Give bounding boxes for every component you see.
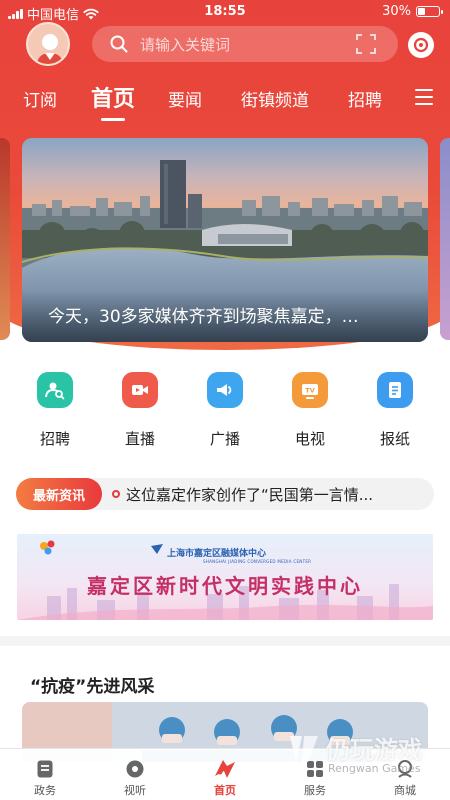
service-broadcast[interactable]: 广播	[195, 372, 255, 449]
nav-government[interactable]: 政务	[0, 749, 90, 800]
tv-icon: TV	[292, 372, 328, 408]
section-divider	[0, 636, 450, 646]
watermark-text-en: Rengwan Games	[328, 762, 421, 775]
ticker-headline[interactable]: 这位嘉定作家创作了“民国第一言情...	[126, 484, 426, 505]
live-icon	[122, 372, 158, 408]
civilization-center-banner[interactable]: 上海市嘉定区融媒体中心 SHANGHAI JIADING CONVERGED M…	[17, 534, 433, 620]
watermark-logo-icon	[290, 736, 318, 762]
organization-name: 上海市嘉定区融媒体中心	[167, 549, 267, 559]
user-avatar[interactable]	[26, 22, 70, 66]
recruit-icon	[37, 372, 73, 408]
tab-town-channel[interactable]: 街镇频道	[241, 86, 309, 111]
service-newspaper[interactable]: 报纸	[365, 372, 425, 449]
avatar-icon	[36, 34, 64, 64]
watermark-text: 仍玩游戏	[326, 736, 422, 764]
watermark: 仍玩游戏 Rengwan Games	[282, 728, 442, 792]
newspaper-icon	[377, 372, 413, 408]
battery-icon	[416, 6, 443, 17]
tab-headlines[interactable]: 要闻	[168, 86, 202, 111]
service-shortcuts: 招聘 直播 广播 TV 电视 报纸	[0, 372, 450, 462]
battery-status: 30%	[382, 4, 443, 19]
disc-icon	[123, 757, 147, 781]
prev-banner-peek[interactable]	[0, 138, 10, 340]
nav-media[interactable]: 视听	[90, 749, 180, 800]
search-bar[interactable]: 请输入关键词	[92, 26, 398, 62]
channel-tabs: 订阅 首页 要闻 街镇频道 招聘	[0, 78, 450, 121]
service-newspaper-label: 报纸	[379, 430, 410, 448]
latest-news-tag: 最新资讯	[16, 478, 102, 510]
chat-bubble-icon	[413, 37, 429, 53]
search-icon	[110, 35, 128, 53]
service-recruit-label: 招聘	[39, 430, 70, 448]
tab-subscribe[interactable]: 订阅	[23, 86, 57, 111]
broadcast-icon	[207, 372, 243, 408]
service-tv[interactable]: TV 电视	[280, 372, 340, 449]
svg-text:TV: TV	[305, 387, 314, 395]
search-input[interactable]: 请输入关键词	[140, 34, 356, 55]
menu-icon[interactable]	[415, 89, 433, 105]
bullet-icon	[112, 490, 120, 498]
featured-banner[interactable]: 今天，30多家媒体齐齐到场聚焦嘉定，…	[22, 138, 428, 342]
tab-home[interactable]: 首页	[91, 81, 135, 121]
banner-caption: 今天，30多家媒体齐齐到场聚焦嘉定，…	[22, 290, 428, 342]
service-recruit[interactable]: 招聘	[25, 372, 85, 449]
nav-media-label: 视听	[124, 784, 146, 797]
scan-icon[interactable]	[356, 34, 376, 54]
news-ticker[interactable]: 最新资讯 这位嘉定作家创作了“民国第一言情...	[16, 478, 434, 510]
civilization-center-title: 嘉定区新时代文明实践中心	[87, 574, 363, 598]
service-broadcast-label: 广播	[209, 430, 240, 448]
document-icon	[33, 757, 57, 781]
nav-home-label: 首页	[214, 784, 236, 797]
nav-government-label: 政务	[34, 784, 56, 797]
next-banner-peek[interactable]	[440, 138, 450, 340]
service-live[interactable]: 直播	[110, 372, 170, 449]
battery-percent: 30%	[382, 4, 411, 19]
organization-name-en: SHANGHAI JIADING CONVERGED MEDIA CENTER	[203, 559, 312, 564]
nav-home[interactable]: 首页	[180, 749, 270, 800]
service-tv-label: 电视	[294, 430, 325, 448]
home-logo-icon	[213, 757, 237, 781]
status-bar: 中国电信 18:55 30%	[0, 0, 450, 24]
tab-recruitment[interactable]: 招聘	[348, 86, 382, 111]
service-live-label: 直播	[124, 430, 155, 448]
message-button[interactable]	[408, 32, 434, 58]
section-title: “抗疫”先进风采	[30, 677, 155, 697]
